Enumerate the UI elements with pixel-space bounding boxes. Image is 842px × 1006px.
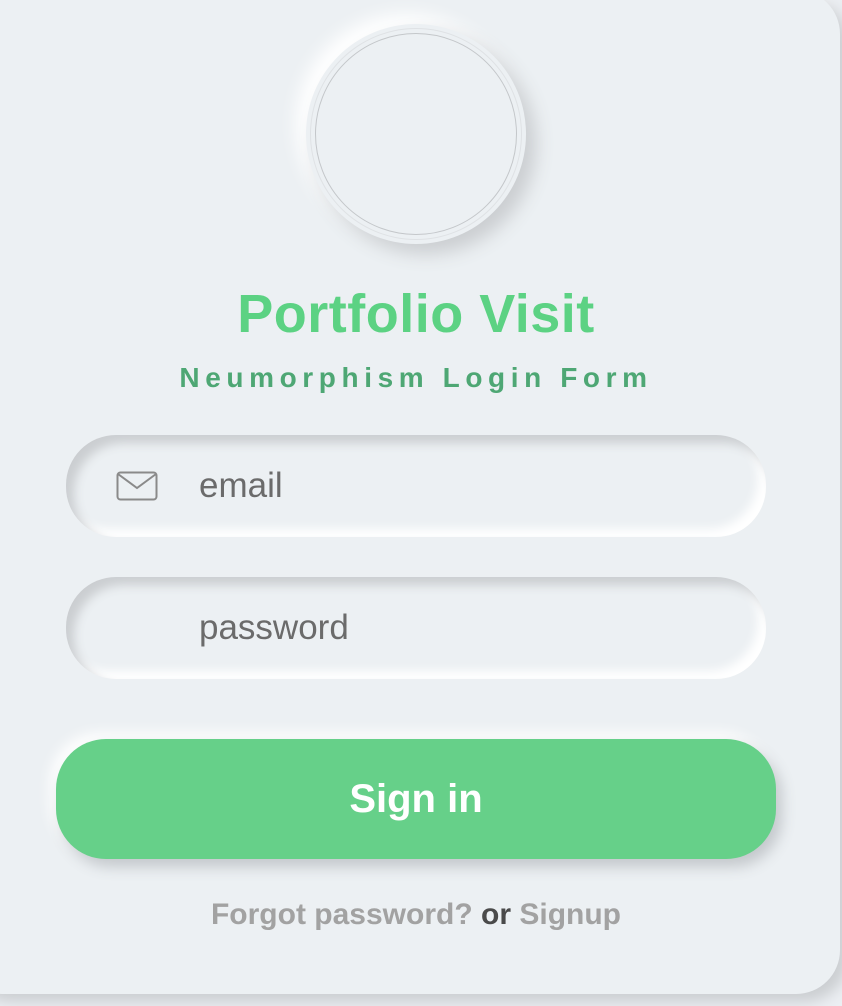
auth-links: Forgot password? or Signup	[0, 898, 832, 932]
password-field-wrapper	[66, 577, 766, 679]
mail-icon	[116, 471, 158, 501]
page-title: Portfolio Visit	[237, 284, 595, 344]
forgot-password-link[interactable]: Forgot password?	[211, 898, 473, 931]
signup-link[interactable]: Signup	[519, 898, 621, 931]
sign-in-button[interactable]: Sign in	[56, 739, 776, 859]
password-input[interactable]	[199, 577, 739, 679]
lock-icon	[116, 613, 198, 643]
or-separator: or	[481, 898, 511, 931]
avatar	[315, 33, 517, 235]
email-input[interactable]	[199, 435, 739, 537]
email-field-wrapper	[66, 435, 766, 537]
page-subtitle: Neumorphism Login Form	[179, 362, 653, 393]
